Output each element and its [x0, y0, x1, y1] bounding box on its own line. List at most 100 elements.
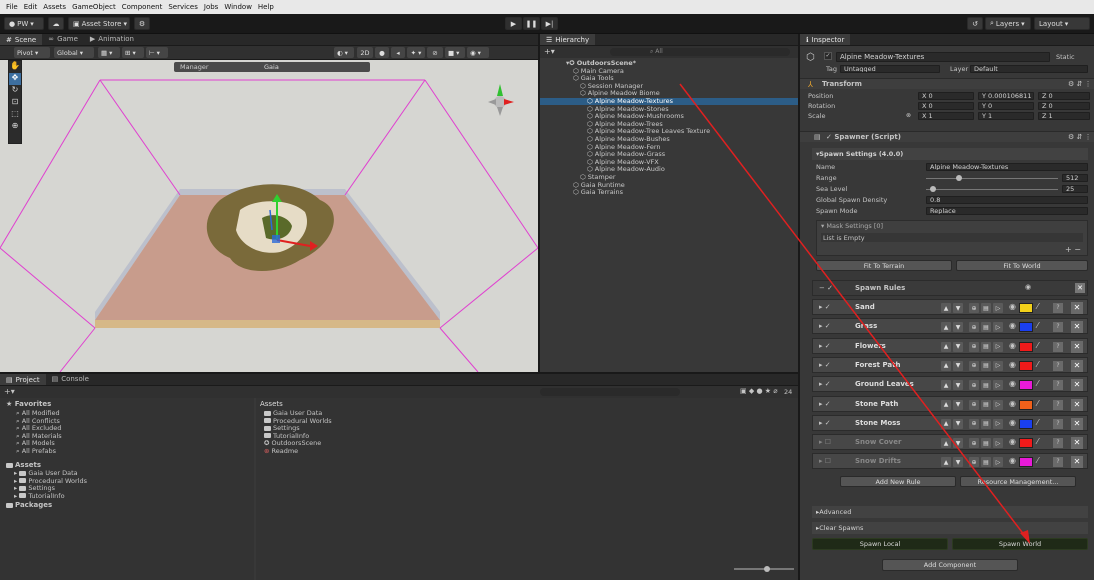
move-up-icon[interactable]: ▲: [941, 457, 951, 468]
tag-dropdown[interactable]: Untagged: [840, 65, 940, 73]
add-icon[interactable]: +▾: [4, 387, 15, 396]
rule-color-swatch[interactable]: [1019, 418, 1033, 429]
visibility-icon[interactable]: ◉: [1009, 418, 1016, 427]
move-up-icon[interactable]: ▲: [941, 438, 951, 449]
spawn-rule-icon[interactable]: ▷: [993, 418, 1003, 429]
preview-icon[interactable]: ▤: [981, 360, 991, 371]
tab-hierarchy[interactable]: ☰ Hierarchy: [540, 34, 596, 45]
account-dropdown[interactable]: ● PW ▾: [4, 17, 44, 30]
clear-spawns-foldout[interactable]: ▸ Clear Spawns: [812, 522, 1088, 534]
move-down-icon[interactable]: ▼: [953, 322, 963, 333]
preview-icon[interactable]: ▤: [981, 399, 991, 410]
visibility-icon[interactable]: ◉: [1009, 341, 1016, 350]
scale-x[interactable]: X 1: [918, 112, 974, 120]
eyedropper-icon[interactable]: ⁄: [1037, 360, 1038, 369]
scene-viewport[interactable]: Manager Gaia ✋ ✥ ↻ ⊡ ⬚ ⊕: [0, 60, 538, 372]
rule-color-swatch[interactable]: [1019, 438, 1033, 449]
rotation-x[interactable]: X 0: [918, 102, 974, 110]
spawn-rules-header[interactable]: − ✓ Spawn Rules ◉ ✕: [812, 280, 1088, 296]
hierarchy-item[interactable]: ⬡ Gaia Terrains: [540, 189, 798, 196]
advanced-foldout[interactable]: ▸ Advanced: [812, 506, 1088, 518]
visibility-icon[interactable]: ◉: [1009, 379, 1016, 388]
move-up-icon[interactable]: ▲: [941, 418, 951, 429]
component-menu-icon[interactable]: ⚙ ⇵ ⋮: [1068, 80, 1092, 88]
move-up-icon[interactable]: ▲: [941, 322, 951, 333]
menu-file[interactable]: File: [6, 3, 18, 11]
project-search-input[interactable]: [540, 388, 680, 396]
add-icon[interactable]: +▾: [544, 47, 555, 56]
undo-history-button[interactable]: ↺: [967, 17, 983, 30]
menu-assets[interactable]: Assets: [43, 3, 66, 11]
close-icon[interactable]: ✕: [1071, 456, 1083, 469]
asset-item[interactable]: ✪ OutdoorsScene: [256, 439, 798, 448]
duplicate-icon[interactable]: ⊕: [969, 457, 979, 468]
preview-icon[interactable]: ▤: [981, 438, 991, 449]
range-slider[interactable]: [926, 178, 1058, 179]
step-button[interactable]: ▶|: [541, 17, 558, 30]
move-tool-icon[interactable]: ✥: [9, 73, 21, 85]
duplicate-icon[interactable]: ⊕: [969, 418, 979, 429]
visibility-icon[interactable]: ◉: [1009, 437, 1016, 446]
eyedropper-icon[interactable]: ⁄: [1037, 302, 1038, 311]
packages-tree-item[interactable]: Packages: [0, 500, 254, 510]
help-icon[interactable]: ?: [1053, 303, 1063, 313]
assets-tree-header[interactable]: Assets: [0, 455, 254, 470]
move-up-icon[interactable]: ▲: [941, 341, 951, 352]
scale-tool-icon[interactable]: ⊡: [9, 97, 21, 109]
global-dropdown[interactable]: Global ▾: [54, 47, 94, 58]
range-field[interactable]: 512: [1062, 174, 1088, 182]
move-down-icon[interactable]: ▼: [953, 380, 963, 391]
add-new-rule-button[interactable]: Add New Rule: [840, 476, 956, 487]
link-icon[interactable]: ⊗: [906, 112, 911, 119]
eyedropper-icon[interactable]: ⁄: [1037, 379, 1038, 388]
rule-toggle[interactable]: ▸ ✓: [819, 342, 831, 350]
close-icon[interactable]: ✕: [1071, 340, 1083, 353]
layout-dropdown[interactable]: Layout ▾: [1034, 17, 1090, 30]
scale-y[interactable]: Y 1: [978, 112, 1034, 120]
rule-toggle[interactable]: ▸ ✓: [819, 380, 831, 388]
hierarchy-item[interactable]: ⬡ Alpine Meadow-Textures: [540, 98, 798, 105]
preview-icon[interactable]: ▤: [981, 303, 991, 313]
rule-color-swatch[interactable]: [1019, 360, 1033, 371]
rule-toggle[interactable]: ▸ ✓: [819, 419, 831, 427]
spawn-rule-row[interactable]: ▸ ✓ Flowers ▲ ▼ ⊕ ▤ ▷ ◉ ⁄? ✕: [812, 337, 1088, 354]
spawner-name-field[interactable]: Alpine Meadow-Textures: [926, 163, 1088, 171]
mask-settings-header[interactable]: ▾ Mask Settings [0]: [817, 221, 1087, 231]
range-slider-thumb[interactable]: [956, 175, 962, 181]
rule-toggle[interactable]: ▸ ✓: [819, 400, 831, 408]
assets-tree-item[interactable]: ▸ TutorialInfo: [0, 492, 254, 501]
lighting-toggle[interactable]: ●: [375, 47, 389, 58]
hierarchy-item[interactable]: ⬡ Alpine Meadow-Bushes: [540, 136, 798, 143]
pivot-dropdown[interactable]: Pivot ▾: [14, 47, 50, 58]
tab-inspector[interactable]: ℹ Inspector: [800, 34, 851, 45]
pause-button[interactable]: ❚❚: [523, 17, 540, 30]
move-up-icon[interactable]: ▲: [941, 380, 951, 391]
preview-icon[interactable]: ▤: [981, 457, 991, 468]
rule-color-swatch[interactable]: [1019, 303, 1033, 313]
move-down-icon[interactable]: ▼: [953, 360, 963, 371]
transform-header[interactable]: ⅄ Transform ⚙ ⇵ ⋮: [800, 78, 1094, 89]
asset-item[interactable]: ⊛ Readme: [256, 447, 798, 456]
rotation-z[interactable]: Z 0: [1038, 102, 1090, 110]
asset-item[interactable]: Gaia User Data: [256, 409, 798, 418]
rule-toggle[interactable]: ▸ ✓: [819, 322, 831, 330]
audio-toggle[interactable]: ◂: [391, 47, 405, 58]
icon-size-slider-thumb[interactable]: [764, 566, 770, 572]
move-up-icon[interactable]: ▲: [941, 360, 951, 371]
help-icon[interactable]: ?: [1053, 399, 1063, 410]
move-up-icon[interactable]: ▲: [941, 303, 951, 313]
position-y[interactable]: Y 0.000106811: [978, 92, 1034, 100]
visibility-icon[interactable]: ◉: [1009, 360, 1016, 369]
spawn-rule-icon[interactable]: ▷: [993, 457, 1003, 468]
menu-edit[interactable]: Edit: [24, 3, 38, 11]
tab-scene[interactable]: # Scene: [0, 34, 43, 45]
close-icon[interactable]: ✕: [1071, 417, 1083, 430]
eyedropper-icon[interactable]: ⁄: [1037, 418, 1038, 427]
cloud-button[interactable]: ☁: [48, 17, 64, 30]
asset-item[interactable]: TutorialInfo: [256, 432, 798, 441]
help-icon[interactable]: ?: [1053, 380, 1063, 391]
close-icon[interactable]: ✕: [1071, 302, 1083, 314]
static-label[interactable]: Static: [1056, 53, 1075, 61]
close-icon[interactable]: ✕: [1071, 437, 1083, 450]
menu-help[interactable]: Help: [258, 3, 274, 11]
